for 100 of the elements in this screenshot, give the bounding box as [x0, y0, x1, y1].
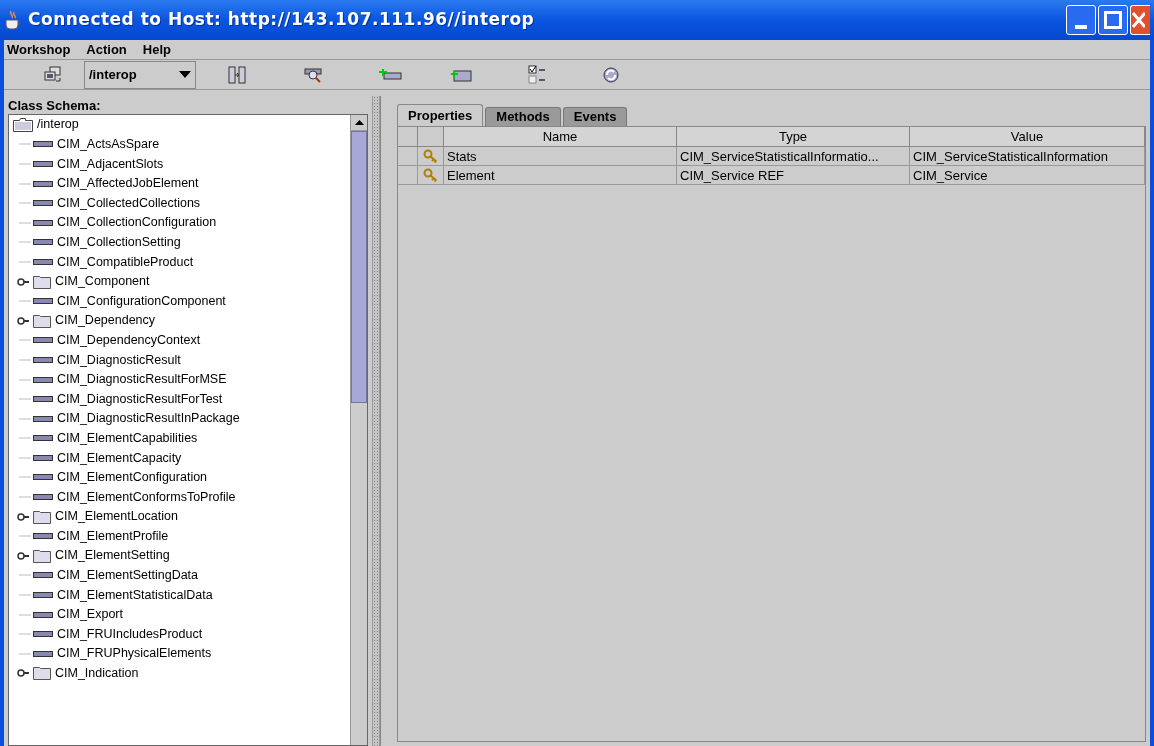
folder-icon: [13, 117, 33, 132]
tree-item[interactable]: CIM_CompatibleProduct: [57, 252, 194, 272]
tree-connector-line: [19, 535, 31, 538]
class-icon: [33, 494, 53, 501]
tree-connector-line: [19, 378, 31, 381]
tree-item[interactable]: CIM_ElementStatisticalData: [57, 585, 213, 605]
folder-icon: [33, 548, 51, 563]
tree-connector-line: [19, 260, 31, 263]
tree-connector-line: [19, 202, 31, 205]
column-header[interactable]: Type: [677, 127, 910, 147]
class-icon: [33, 631, 53, 638]
tab[interactable]: Events: [562, 107, 628, 126]
coffee-cup-icon: [4, 10, 22, 30]
maximize-button[interactable]: [1098, 5, 1128, 35]
refresh-icon[interactable]: [602, 65, 620, 84]
tree-item[interactable]: CIM_ActsAsSpare: [57, 135, 160, 154]
class-icon: [33, 454, 53, 461]
tree-connector-line: [19, 339, 31, 342]
tree-item[interactable]: CIM_Indication: [55, 664, 139, 683]
tree-item[interactable]: CIM_DependencyContext: [57, 330, 201, 350]
tree-item[interactable]: CIM_ConfigurationComponent: [57, 291, 226, 311]
tree-connector-line: [19, 613, 31, 616]
column-header[interactable]: Name: [444, 127, 677, 147]
expand-handle-icon[interactable]: [17, 315, 31, 326]
computer-network-icon[interactable]: [44, 65, 62, 84]
namespace-dropdown[interactable]: /interop: [84, 60, 196, 89]
tree-item[interactable]: CIM_DiagnosticResultForMSE: [57, 370, 227, 389]
tree-item[interactable]: CIM_DiagnosticResultInPackage: [57, 409, 240, 429]
class-icon: [33, 611, 53, 618]
folder-icon: [33, 274, 51, 289]
menu-item[interactable]: Action: [86, 39, 127, 60]
add-item-icon[interactable]: [378, 68, 402, 81]
table-cell: CIM_Service REF: [677, 166, 910, 184]
panel-label: Class Schema:: [8, 97, 102, 114]
table-cell: Element: [444, 166, 677, 184]
tree-item[interactable]: CIM_FRUIncludesProduct: [57, 624, 203, 644]
tree-item[interactable]: CIM_Component: [55, 272, 150, 291]
scroll-thumb[interactable]: [351, 131, 367, 403]
folder-icon: [33, 666, 51, 681]
tree-connector-line: [19, 496, 31, 499]
tree-item[interactable]: CIM_ElementConfiguration: [57, 468, 208, 487]
close-button[interactable]: [1130, 5, 1150, 35]
tree-item[interactable]: CIM_CollectedCollections: [57, 193, 201, 213]
tree-item[interactable]: CIM_AdjacentSlots: [57, 154, 164, 174]
tree-item[interactable]: CIM_DiagnosticResultForTest: [57, 389, 223, 409]
tree-item[interactable]: CIM_ElementConformsToProfile: [57, 487, 236, 507]
table-cell: CIM_ServiceStatisticalInformatio...: [677, 147, 910, 165]
tree-item[interactable]: CIM_Dependency: [55, 311, 156, 331]
expand-handle-icon[interactable]: [17, 276, 31, 287]
class-icon: [33, 592, 53, 599]
tree-item[interactable]: CIM_AffectedJobElement: [57, 174, 199, 193]
expand-handle-icon[interactable]: [17, 668, 31, 679]
tree-item[interactable]: /interop: [37, 115, 79, 135]
class-icon: [33, 435, 53, 442]
tree-connector-line: [19, 143, 31, 146]
tree-connector-line: [19, 633, 31, 636]
scroll-up-icon[interactable]: [354, 120, 364, 125]
column-header[interactable]: Value: [910, 127, 1145, 147]
checklist-icon[interactable]: [528, 64, 546, 85]
tree-connector-line: [19, 300, 31, 303]
tree-item[interactable]: CIM_ElementLocation: [55, 507, 178, 527]
tree-item[interactable]: CIM_CollectionConfiguration: [57, 213, 217, 233]
class-icon: [33, 180, 53, 187]
tree-item[interactable]: CIM_CollectionSetting: [57, 233, 181, 252]
folder-icon: [33, 313, 51, 328]
tree-connector-line: [19, 221, 31, 224]
tree-item[interactable]: CIM_ElementSetting: [55, 546, 170, 566]
class-icon: [33, 533, 53, 540]
minimize-icon: [1075, 25, 1087, 29]
expand-handle-icon[interactable]: [17, 550, 31, 561]
class-icon: [33, 572, 53, 579]
tab[interactable]: Properties: [397, 104, 484, 126]
tree-connector-line: [19, 358, 31, 361]
tree-item[interactable]: CIM_ElementCapacity: [57, 448, 182, 468]
add-window-icon[interactable]: [450, 67, 472, 82]
expand-handle-icon[interactable]: [17, 511, 31, 522]
folder-icon: [33, 509, 51, 524]
tree-item[interactable]: CIM_ElementProfile: [57, 526, 169, 546]
tree-connector-line: [19, 574, 31, 577]
tree-connector-line: [19, 652, 31, 655]
scrollbar[interactable]: [350, 115, 367, 745]
menu-item[interactable]: Help: [142, 39, 171, 60]
tree-item[interactable]: CIM_FRUPhysicalElements: [57, 644, 212, 664]
tab[interactable]: Methods: [485, 107, 561, 126]
class-icon: [33, 396, 53, 403]
tree-connector-line: [19, 417, 31, 420]
tree-item[interactable]: CIM_ElementSettingData: [57, 566, 199, 585]
class-icon: [33, 474, 53, 481]
tree-item[interactable]: CIM_DiagnosticResult: [57, 350, 181, 370]
tree-item[interactable]: CIM_Export: [57, 605, 123, 624]
columns-arrow-icon[interactable]: [228, 65, 246, 84]
tree-connector-line: [19, 163, 31, 165]
class-icon: [33, 298, 53, 305]
tree-item[interactable]: CIM_ElementCapabilities: [57, 428, 198, 448]
maximize-icon: [1104, 11, 1122, 29]
menu-item[interactable]: Workshop: [7, 39, 71, 60]
minimize-button[interactable]: [1066, 5, 1096, 35]
tree-connector-line: [19, 594, 31, 597]
search-icon[interactable]: [304, 66, 322, 83]
class-icon: [33, 161, 53, 167]
